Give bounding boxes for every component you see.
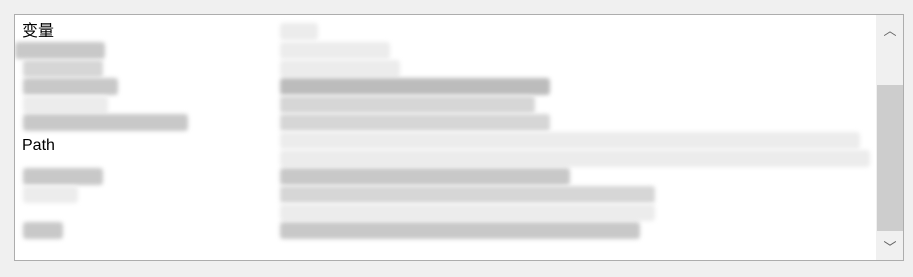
environment-variables-list-box[interactable]: 变量 Path ︿ ﹀	[14, 14, 904, 261]
list-row[interactable]	[15, 222, 877, 240]
redacted-value	[280, 186, 655, 203]
vertical-scrollbar[interactable]: ︿ ﹀	[876, 15, 903, 260]
redacted-value	[280, 78, 550, 95]
redacted-value	[280, 96, 535, 113]
list-row-variable-header[interactable]: 变量	[15, 23, 877, 41]
redacted-value	[280, 222, 640, 239]
redacted-value	[280, 204, 655, 221]
redacted-value	[280, 150, 870, 167]
list-row[interactable]	[15, 204, 877, 222]
list-row[interactable]	[15, 114, 877, 132]
redacted-value	[280, 23, 318, 40]
redacted-name	[23, 186, 78, 203]
redacted-name	[23, 114, 188, 131]
variable-name: 变量	[22, 23, 55, 40]
variable-list: 变量 Path	[15, 15, 877, 260]
redacted-value	[280, 42, 390, 59]
redacted-name	[23, 96, 108, 113]
list-row[interactable]	[15, 60, 877, 78]
redacted-value	[280, 60, 400, 77]
redacted-name	[15, 42, 105, 59]
redacted-name	[23, 222, 63, 239]
redacted-value	[280, 114, 550, 131]
list-row[interactable]	[15, 96, 877, 114]
list-row[interactable]	[15, 168, 877, 186]
redacted-value	[280, 168, 570, 185]
redacted-name	[23, 60, 103, 77]
list-row[interactable]	[15, 42, 877, 60]
redacted-name	[23, 78, 118, 95]
scrollbar-thumb[interactable]	[877, 85, 903, 231]
list-row[interactable]	[15, 78, 877, 96]
list-row[interactable]	[15, 150, 877, 168]
redacted-name	[23, 168, 103, 185]
chevron-down-icon[interactable]: ﹀	[877, 232, 903, 260]
chevron-up-icon[interactable]: ︿	[877, 15, 903, 43]
list-row[interactable]	[15, 186, 877, 204]
